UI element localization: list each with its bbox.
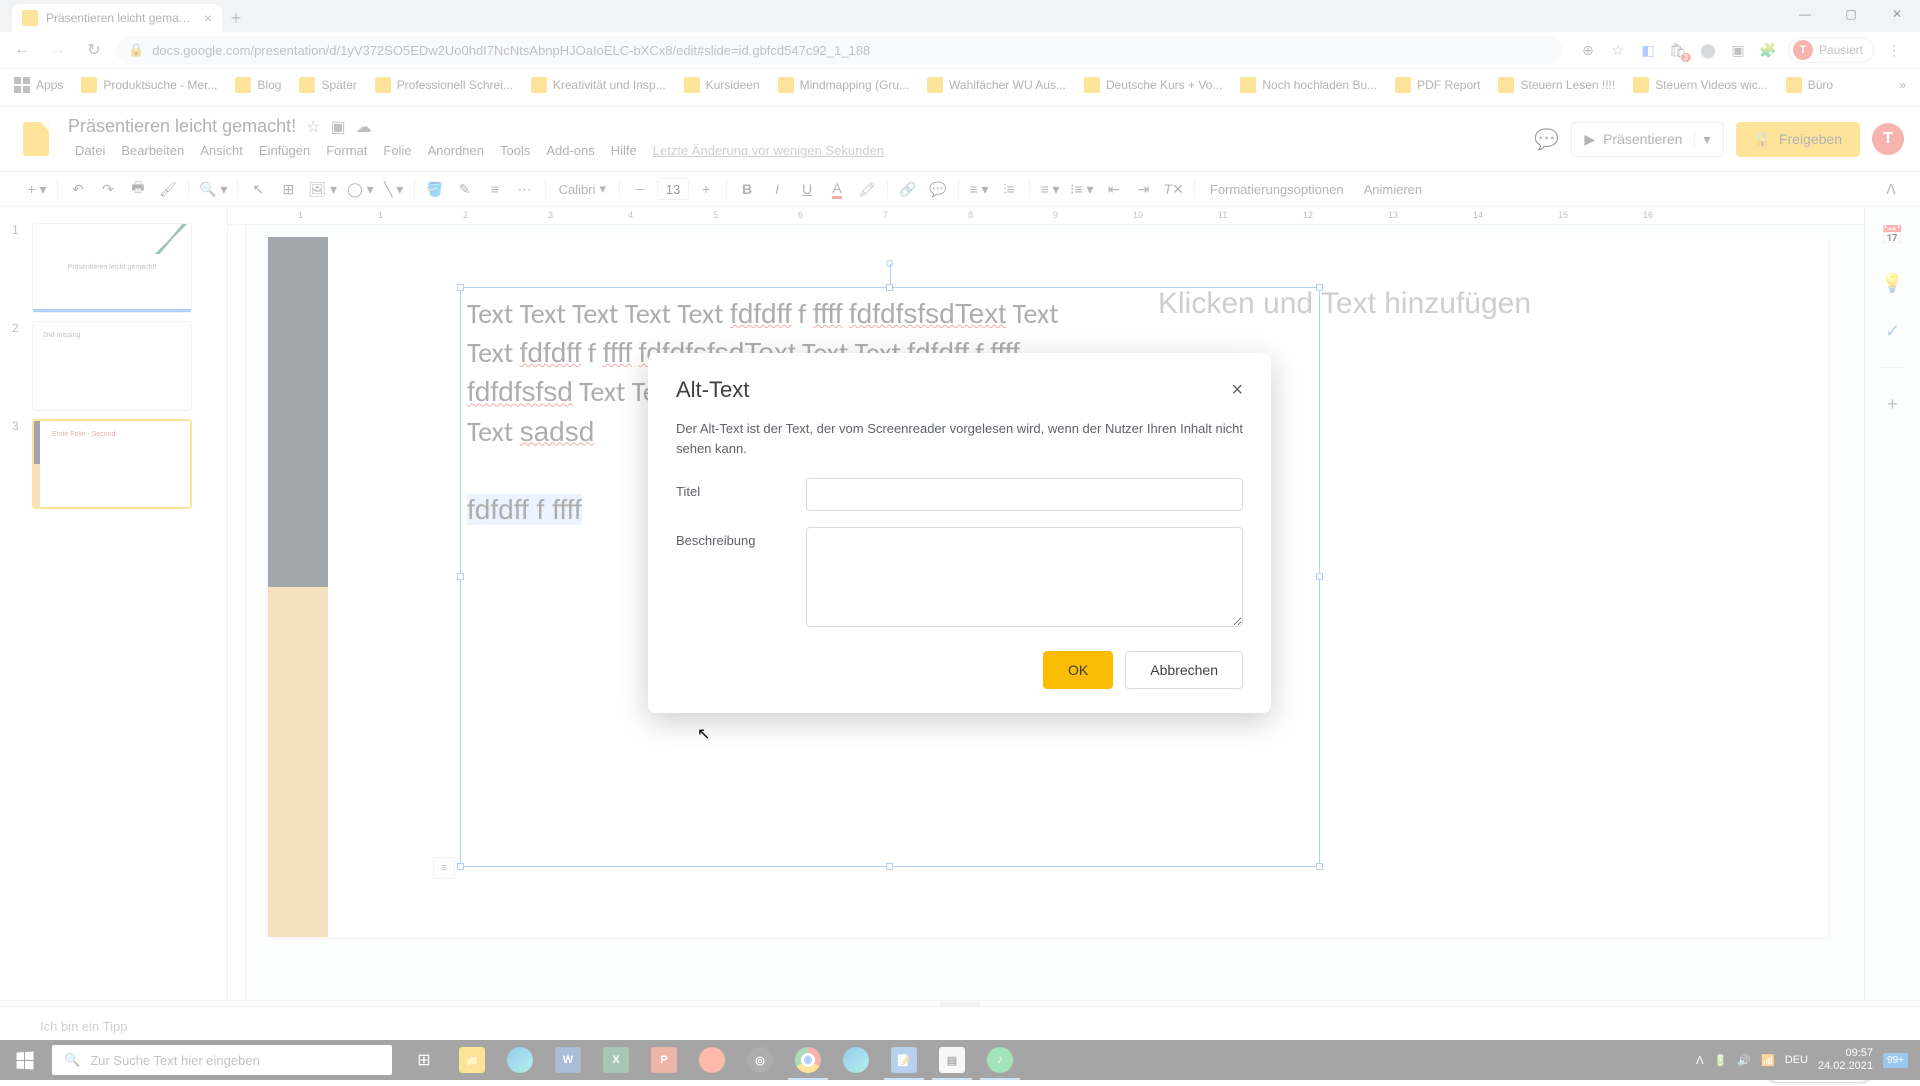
title-input[interactable] [806, 478, 1243, 511]
title-field-label: Titel [676, 478, 786, 511]
dialog-title: Alt-Text [676, 377, 749, 403]
cancel-button[interactable]: Abbrechen [1125, 651, 1243, 689]
description-textarea[interactable] [806, 527, 1243, 627]
alt-text-dialog: Alt-Text × Der Alt-Text ist der Text, de… [648, 353, 1271, 713]
close-dialog-icon[interactable]: × [1231, 379, 1243, 402]
ok-button[interactable]: OK [1043, 651, 1113, 689]
dialog-description: Der Alt-Text ist der Text, der vom Scree… [676, 419, 1243, 458]
description-field-label: Beschreibung [676, 527, 786, 627]
